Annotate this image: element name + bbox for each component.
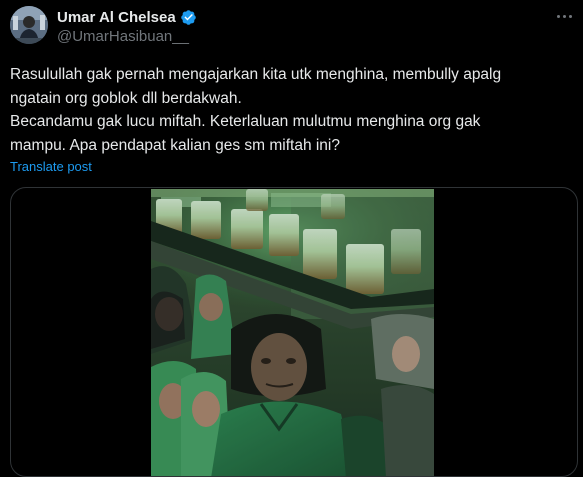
tweet-line: Rasulullah gak pernah mengajarkan kita u… — [10, 66, 502, 83]
tweet-text: Rasulullah gak pernah mengajarkan kita u… — [10, 63, 575, 157]
avatar[interactable] — [10, 6, 48, 44]
tweet-line: mampu. Apa pendapat kalian ges sm miftah… — [10, 136, 340, 154]
video-thumbnail[interactable] — [151, 189, 434, 476]
author-handle[interactable]: @UmarHasibuan__ — [57, 28, 189, 45]
more-options-icon[interactable] — [552, 8, 576, 24]
verified-badge-icon — [180, 9, 197, 26]
media-container[interactable] — [10, 187, 578, 477]
tweet-line: Becandamu gak lucu miftah. Keterlaluan m… — [10, 113, 481, 130]
tweet-card: Umar Al Chelsea @UmarHasibuan__ Rasulull… — [0, 0, 583, 477]
translate-post-link[interactable]: Translate post — [10, 159, 92, 174]
tweet-line: ngatain org goblok dll berdakwah. — [10, 89, 242, 107]
author-display-name[interactable]: Umar Al Chelsea — [57, 9, 176, 26]
